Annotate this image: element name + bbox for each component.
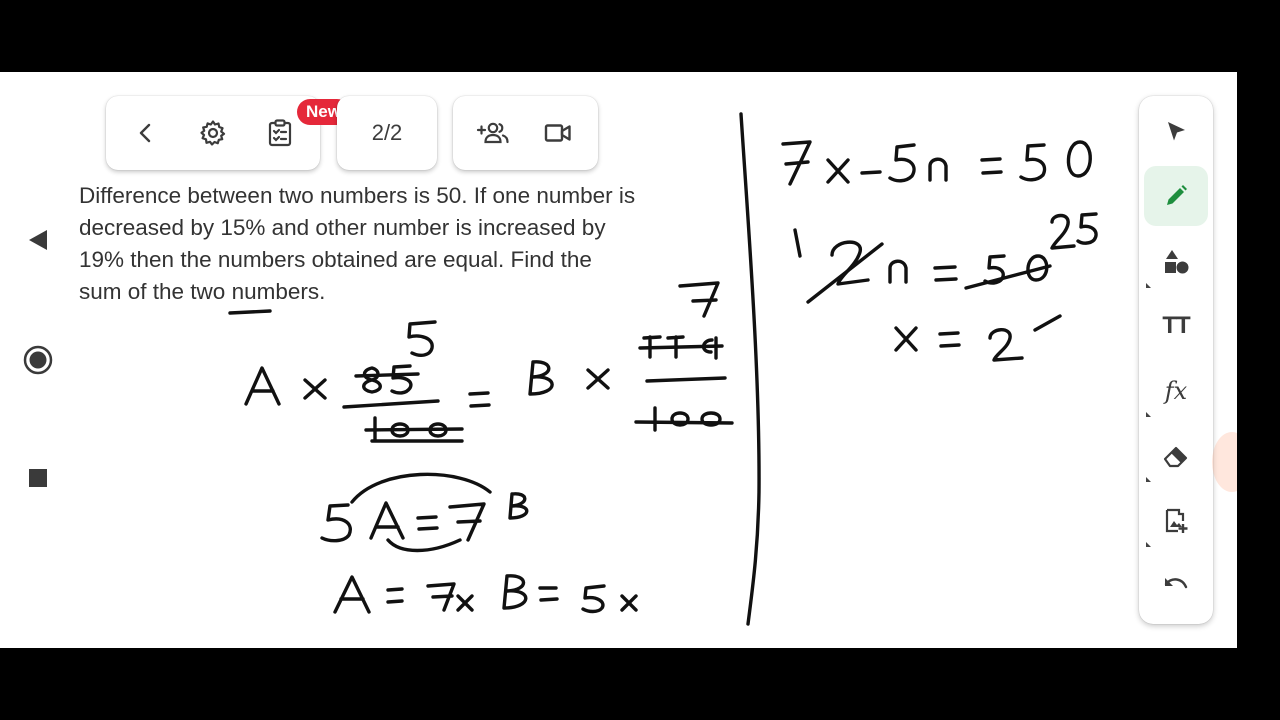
whiteboard-canvas[interactable]: New 2/2 Difference between two numbers i… <box>0 72 1237 648</box>
expand-caret <box>1146 412 1151 417</box>
expand-caret <box>1146 542 1151 547</box>
pen-icon[interactable] <box>1144 166 1208 226</box>
tool-rail: TT fx <box>1139 96 1213 624</box>
shapes-icon[interactable] <box>1144 232 1208 292</box>
eraser-icon[interactable] <box>1144 426 1208 486</box>
expand-caret <box>1146 283 1151 288</box>
handwriting-ink <box>228 112 1098 626</box>
undo-icon[interactable] <box>1144 556 1208 616</box>
cursor-arrow-icon[interactable] <box>1144 102 1208 162</box>
function-icon[interactable]: fx <box>1144 361 1208 421</box>
text-size-icon[interactable]: TT <box>1144 296 1208 356</box>
add-image-icon[interactable] <box>1144 491 1208 551</box>
expand-caret <box>1146 477 1151 482</box>
